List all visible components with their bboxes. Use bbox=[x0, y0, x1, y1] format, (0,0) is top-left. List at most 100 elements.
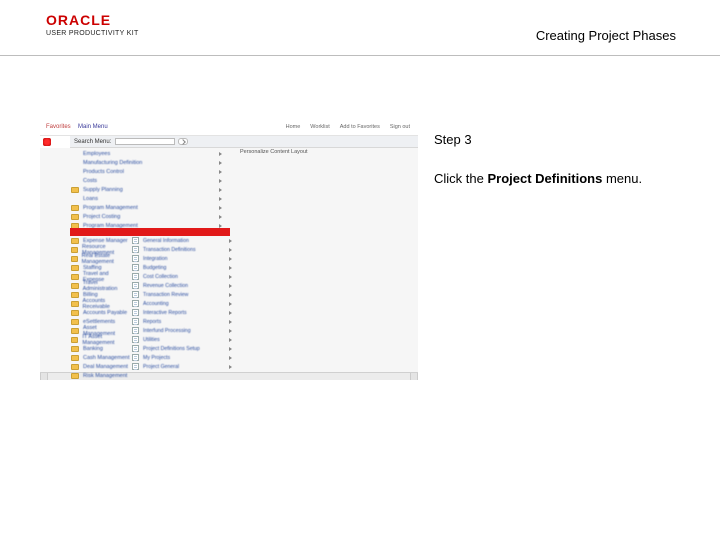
expand-icon bbox=[219, 179, 222, 183]
expand-icon bbox=[219, 215, 222, 219]
submenu-item-label: Transaction Definitions bbox=[143, 247, 196, 253]
nav-item[interactable]: Risk Management bbox=[70, 371, 130, 380]
submenu-item-label: Revenue Collection bbox=[143, 283, 188, 289]
nav-home[interactable]: Home bbox=[286, 124, 301, 130]
nav-item-label: Products Control bbox=[83, 169, 124, 175]
submenu-item[interactable]: General Information bbox=[132, 236, 240, 245]
nav-item[interactable]: Travel Administration bbox=[70, 281, 130, 290]
nav-item-label: Real Estate Management bbox=[82, 253, 130, 265]
submenu-item[interactable]: My Projects bbox=[132, 353, 240, 362]
nav-item[interactable]: Real Estate Management bbox=[70, 254, 130, 263]
embedded-screenshot: Favorites Main Menu Home Worklist Add to… bbox=[40, 122, 418, 380]
submenu-item[interactable]: Reports bbox=[132, 317, 240, 326]
nav-item-label: Employees bbox=[83, 151, 110, 157]
submenu-item[interactable]: Project General bbox=[132, 362, 240, 371]
nav-item[interactable]: Project Costing bbox=[70, 212, 230, 221]
expand-icon bbox=[229, 284, 232, 288]
expand-icon bbox=[219, 170, 222, 174]
nav-item[interactable]: Costs bbox=[70, 176, 230, 185]
brand-sub-text: USER PRODUCTIVITY KIT bbox=[46, 30, 139, 37]
nav-item[interactable]: Accounts Receivable bbox=[70, 299, 130, 308]
submenu-item[interactable]: Transaction Review bbox=[132, 290, 240, 299]
page-title: Creating Project Phases bbox=[536, 28, 676, 43]
nav-item-label: IT Asset Management bbox=[82, 334, 130, 346]
folder-icon bbox=[71, 238, 79, 244]
folder-icon bbox=[71, 319, 79, 325]
submenu-item-label: Reports bbox=[143, 319, 161, 325]
instruction-bold: Project Definitions bbox=[487, 171, 602, 186]
scroll-left-button[interactable] bbox=[40, 373, 48, 380]
submenu-item[interactable]: Utilities bbox=[132, 335, 240, 344]
page-icon bbox=[132, 327, 139, 334]
project-definitions-highlight[interactable] bbox=[70, 228, 230, 236]
nav-item[interactable]: Loans bbox=[70, 194, 230, 203]
nav-item[interactable]: Products Control bbox=[70, 167, 230, 176]
page-icon bbox=[132, 237, 139, 244]
folder-icon bbox=[71, 256, 78, 262]
folder-icon bbox=[71, 310, 79, 316]
nav-item-label: Deal Management bbox=[83, 364, 128, 370]
nav-item[interactable]: Cash Management bbox=[70, 353, 130, 362]
search-menu-label: Search Menu: bbox=[74, 139, 111, 145]
expand-icon bbox=[219, 206, 222, 210]
submenu-item[interactable]: Project Definitions Setup bbox=[132, 344, 240, 353]
submenu-item-label: Budgeting bbox=[143, 265, 166, 271]
nav-worklist[interactable]: Worklist bbox=[310, 124, 329, 130]
submenu-item[interactable]: Budgeting bbox=[132, 263, 240, 272]
search-menu-input[interactable] bbox=[115, 138, 175, 145]
page-icon bbox=[132, 282, 139, 289]
scroll-right-button[interactable] bbox=[410, 373, 418, 380]
folder-icon bbox=[71, 214, 79, 220]
nav-item-label: Supply Planning bbox=[83, 187, 123, 193]
nav-item[interactable]: Manufacturing Definition bbox=[70, 158, 230, 167]
nav-add-favorites[interactable]: Add to Favorites bbox=[340, 124, 380, 130]
expand-icon bbox=[219, 152, 222, 156]
page-icon bbox=[132, 273, 139, 280]
submenu-item[interactable]: Accounting bbox=[132, 299, 240, 308]
step-instruction: Click the Project Definitions menu. bbox=[434, 171, 700, 188]
submenu-item[interactable]: Cost Collection bbox=[132, 272, 240, 281]
submenu-item[interactable]: Interfund Processing bbox=[132, 326, 240, 335]
folder-icon bbox=[71, 265, 79, 271]
nav-item[interactable]: Deal Management bbox=[70, 362, 130, 371]
folder-icon bbox=[71, 301, 79, 307]
folder-icon bbox=[71, 283, 79, 289]
expand-icon bbox=[219, 197, 222, 201]
nav-item-label: Cash Management bbox=[83, 355, 129, 361]
submenu-item[interactable]: Revenue Collection bbox=[132, 281, 240, 290]
folder-icon bbox=[71, 337, 78, 343]
submenu-item[interactable]: Interactive Reports bbox=[132, 308, 240, 317]
page-icon bbox=[132, 255, 139, 262]
nav-sign-out[interactable]: Sign out bbox=[390, 124, 410, 130]
nav-item[interactable]: Supply Planning bbox=[70, 185, 230, 194]
page-icon bbox=[132, 300, 139, 307]
nav-main-menu[interactable]: Main Menu bbox=[78, 124, 108, 130]
nav-item-label: Project Costing bbox=[83, 214, 120, 220]
expand-icon bbox=[219, 224, 222, 228]
nav-item[interactable]: Employees bbox=[70, 149, 230, 158]
folder-icon bbox=[71, 328, 79, 334]
nav-item[interactable]: IT Asset Management bbox=[70, 335, 130, 344]
submenu-item-label: Interactive Reports bbox=[143, 310, 187, 316]
app-top-nav: Favorites Main Menu Home Worklist Add to… bbox=[40, 122, 418, 136]
nav-item-label: Loans bbox=[83, 196, 98, 202]
submenu-item-label: Utilities bbox=[143, 337, 160, 343]
submenu-item-label: Project Definitions Setup bbox=[143, 346, 200, 352]
expand-icon bbox=[229, 338, 232, 342]
search-go-button[interactable] bbox=[178, 138, 188, 145]
app-logo-row bbox=[40, 136, 70, 148]
folder-icon bbox=[71, 292, 79, 298]
page-icon bbox=[132, 354, 139, 361]
submenu-item[interactable]: Integration bbox=[132, 254, 240, 263]
nav-favorites[interactable]: Favorites bbox=[46, 124, 71, 130]
personalize-links[interactable]: Personalize Content Layout bbox=[240, 149, 308, 155]
submenu-item-label: Transaction Review bbox=[143, 292, 188, 298]
submenu-item-label: Cost Collection bbox=[143, 274, 178, 280]
submenu-item-label: General Information bbox=[143, 238, 189, 244]
expand-icon bbox=[229, 239, 232, 243]
folder-icon bbox=[71, 205, 79, 211]
nav-item[interactable]: Accounts Payable bbox=[70, 308, 130, 317]
submenu-item[interactable]: Transaction Definitions bbox=[132, 245, 240, 254]
nav-item[interactable]: Program Management bbox=[70, 203, 230, 212]
folder-icon bbox=[71, 364, 79, 370]
